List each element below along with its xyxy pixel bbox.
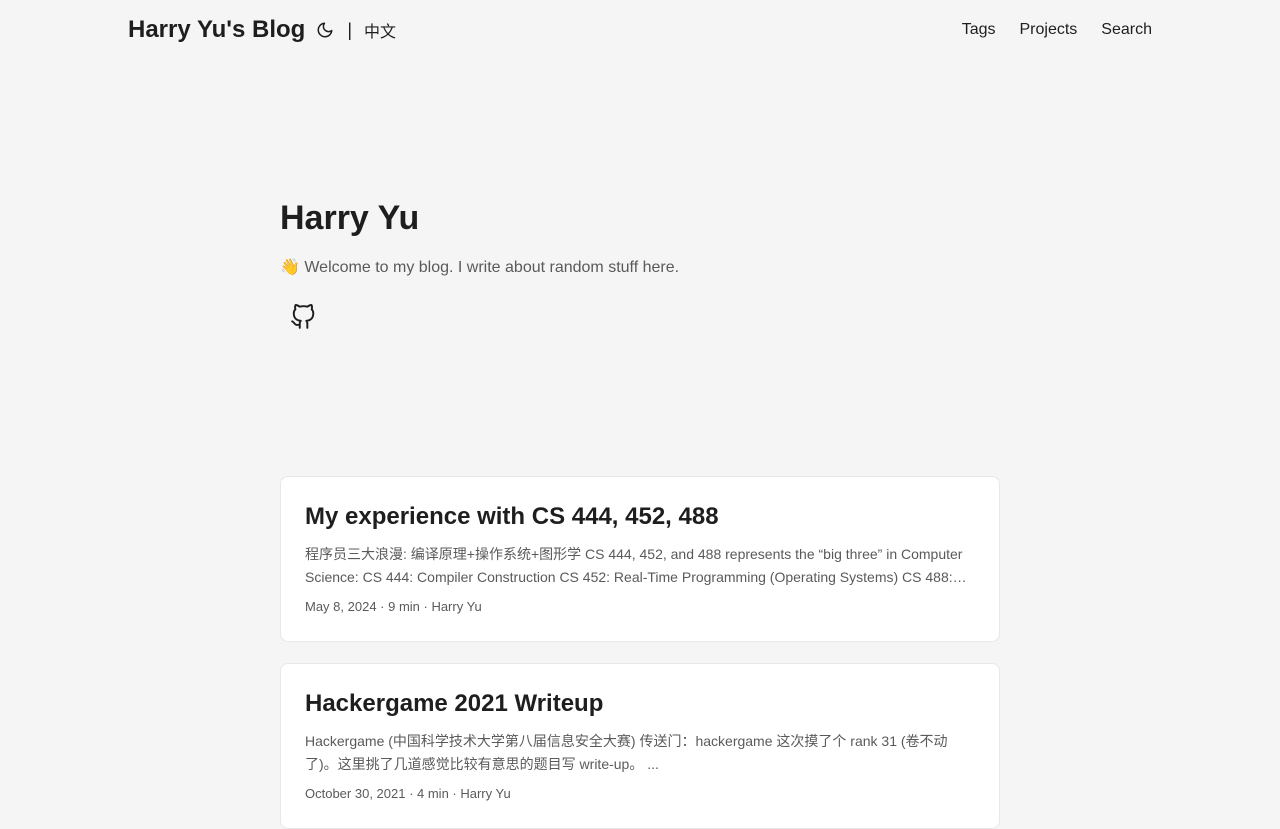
menu-item-tags[interactable]: Tags xyxy=(962,19,996,41)
language-separator: | xyxy=(347,19,353,40)
profile-section: Harry Yu 👋 Welcome to my blog. I write a… xyxy=(280,196,1000,340)
post-title[interactable]: Hackergame 2021 Writeup xyxy=(305,688,975,720)
menu-item-search[interactable]: Search xyxy=(1101,19,1152,41)
profile-name: Harry Yu xyxy=(280,199,420,237)
github-icon[interactable] xyxy=(280,294,326,340)
post-summary: 程序员三大浪漫: 编译原理+操作系统+图形学 CS 444, 452, and … xyxy=(305,546,963,585)
post-title[interactable]: My experience with CS 444, 452, 488 xyxy=(305,501,975,533)
moon-icon[interactable] xyxy=(315,20,335,40)
welcome-text: 👋 Welcome to my blog. I write about rand… xyxy=(280,259,680,276)
post-meta: October 30, 2021 · 4 min · Harry Yu xyxy=(305,786,511,801)
post-summary: Hackergame (中国科学技术大学第八届信息安全大赛) 传送门：hacke… xyxy=(305,733,948,772)
post-meta: May 8, 2024 · 9 min · Harry Yu xyxy=(305,599,482,614)
post-card[interactable]: Hackergame 2021 Writeup Hackergame (中国科学… xyxy=(280,663,1000,829)
post-card[interactable]: My experience with CS 444, 452, 488 程序员三… xyxy=(280,476,1000,642)
brand: Harry Yu's Blog | 中文 xyxy=(128,15,396,45)
site-title-link[interactable]: Harry Yu's Blog xyxy=(128,15,305,45)
language-switch-link[interactable]: 中文 xyxy=(364,18,396,42)
menu-item-projects[interactable]: Projects xyxy=(1020,19,1078,41)
site-header: Harry Yu's Blog | 中文 Tags Projects Searc… xyxy=(0,0,1280,60)
main-menu: Tags Projects Search xyxy=(962,19,1152,41)
